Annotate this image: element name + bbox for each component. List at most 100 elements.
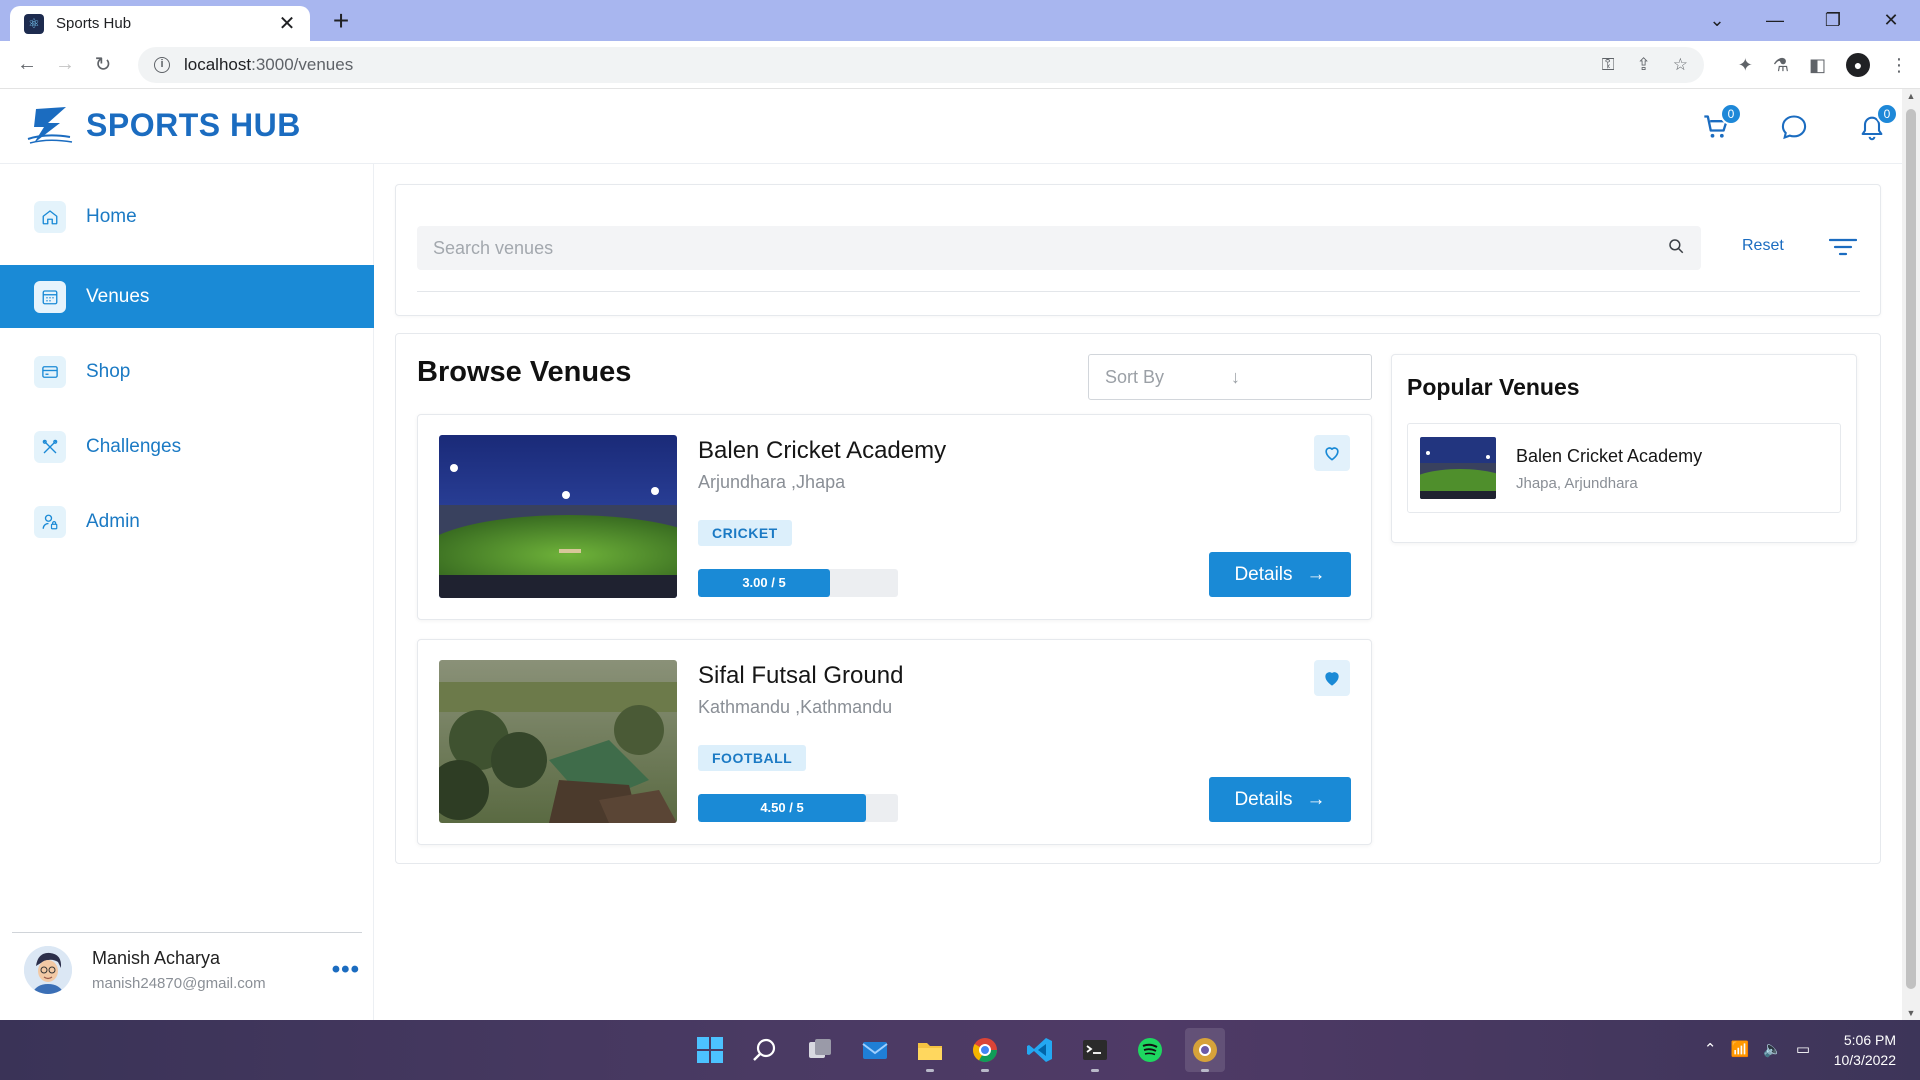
arrow-right-icon: → <box>1306 563 1326 585</box>
url-text: localhost:3000/venues <box>184 55 353 75</box>
cart-button[interactable]: 0 <box>1698 103 1742 145</box>
start-button[interactable] <box>690 1028 730 1072</box>
tab-search-icon[interactable]: ⌄ <box>1688 10 1746 31</box>
search-box <box>417 226 1701 270</box>
heart-filled-icon <box>1325 672 1339 686</box>
reset-button[interactable]: Reset <box>1742 237 1784 255</box>
popular-venue-image <box>1420 437 1496 499</box>
back-icon[interactable]: ← <box>8 53 46 76</box>
page-scrollbar[interactable]: ▲ ▼ <box>1902 89 1920 1020</box>
battery-icon[interactable]: ▭ <box>1796 1040 1810 1058</box>
rating-bar: 3.00 / 5 <box>698 569 898 597</box>
favorite-button[interactable] <box>1314 435 1350 471</box>
sort-placeholder: Sort By <box>1105 366 1165 387</box>
restore-icon[interactable]: ❐ <box>1804 10 1862 31</box>
avatar[interactable] <box>24 946 72 994</box>
taskbar-vscode[interactable] <box>1020 1028 1060 1072</box>
sidebar: Home Venues Shop Challenges Admin Manish… <box>0 164 374 1020</box>
search-card: Reset <box>395 184 1881 316</box>
details-button[interactable]: Details → <box>1209 777 1351 822</box>
sort-by-select[interactable]: Sort By ↓ <box>1088 354 1372 400</box>
taskbar-terminal[interactable] <box>1075 1028 1115 1072</box>
taskbar-mail[interactable] <box>855 1028 895 1072</box>
forward-icon[interactable]: → <box>46 53 84 76</box>
new-tab-icon[interactable]: + <box>326 6 356 36</box>
venue-name[interactable]: Balen Cricket Academy <box>698 437 946 465</box>
filter-icon[interactable] <box>1828 237 1858 262</box>
arrow-right-icon: → <box>1306 788 1326 810</box>
user-lock-icon <box>34 505 66 538</box>
scroll-thumb[interactable] <box>1906 109 1916 989</box>
tab-close-icon[interactable]: ✕ <box>276 11 298 36</box>
task-view-icon <box>809 1039 831 1058</box>
notification-count-badge: 0 <box>1876 103 1898 125</box>
more-options-icon[interactable]: ••• <box>332 956 360 984</box>
address-bar[interactable]: i localhost:3000/venues ⚿ ⇪ ☆ <box>138 47 1704 83</box>
taskbar-search[interactable] <box>745 1028 785 1072</box>
url-host: localhost <box>184 55 252 74</box>
close-window-icon[interactable]: ✕ <box>1862 10 1920 31</box>
user-avatar-icon <box>24 946 72 994</box>
venue-image[interactable] <box>439 660 677 823</box>
window-controls: ⌄ — ❐ ✕ <box>1688 0 1920 41</box>
rating-text: 3.00 / 5 <box>742 575 786 590</box>
favorite-button[interactable] <box>1314 660 1350 696</box>
side-panel-icon[interactable]: ◧ <box>1809 55 1826 76</box>
sidebar-item-shop[interactable]: Shop <box>0 340 374 403</box>
browser-menu-icon[interactable]: ⋮ <box>1890 55 1908 76</box>
taskbar-chrome-dev[interactable] <box>1185 1028 1225 1072</box>
extensions-puzzle-icon[interactable]: ✦ <box>1738 55 1753 76</box>
chevron-up-icon[interactable]: ⌃ <box>1704 1040 1717 1058</box>
user-name: Manish Acharya <box>92 948 221 968</box>
taskbar-file-explorer[interactable] <box>910 1028 950 1072</box>
url-path: :3000/venues <box>251 55 354 74</box>
rating-bar: 4.50 / 5 <box>698 794 898 822</box>
popular-venue-item[interactable]: Balen Cricket Academy Jhapa, Arjundhara <box>1407 423 1841 513</box>
messages-button[interactable] <box>1776 109 1812 145</box>
sidebar-item-venues[interactable]: Venues <box>0 265 374 328</box>
venue-card: Balen Cricket Academy Arjundhara ,Jhapa … <box>417 414 1372 620</box>
details-button[interactable]: Details → <box>1209 552 1351 597</box>
sidebar-item-challenges[interactable]: Challenges <box>0 415 374 478</box>
search-icon[interactable] <box>1667 237 1685 260</box>
details-label: Details <box>1234 788 1293 810</box>
search-input[interactable] <box>433 237 1667 259</box>
taskbar-chrome[interactable] <box>965 1028 1005 1072</box>
notifications-button[interactable]: 0 <box>1854 103 1898 145</box>
sidebar-item-label: Admin <box>86 510 140 532</box>
spotify-icon <box>1138 1038 1162 1062</box>
windows-logo-icon <box>697 1037 723 1063</box>
popular-venue-location: Jhapa, Arjundhara <box>1516 475 1638 492</box>
running-indicator <box>1201 1069 1209 1072</box>
lab-flask-icon[interactable]: ⚗ <box>1773 55 1789 76</box>
taskbar-spotify[interactable] <box>1130 1028 1170 1072</box>
venue-image[interactable] <box>439 435 677 598</box>
sidebar-item-home[interactable]: Home <box>0 185 374 248</box>
task-view[interactable] <box>800 1028 840 1072</box>
home-icon <box>34 200 66 233</box>
search-icon <box>753 1038 776 1061</box>
scroll-down-icon[interactable]: ▼ <box>1902 1008 1920 1018</box>
venue-name[interactable]: Sifal Futsal Ground <box>698 662 903 690</box>
venue-location: Kathmandu ,Kathmandu <box>698 697 893 717</box>
taskbar-clock[interactable]: 5:06 PM 10/3/2022 <box>1834 1030 1896 1070</box>
key-icon[interactable]: ⚿ <box>1602 55 1615 75</box>
volume-icon[interactable]: 🔈 <box>1763 1040 1782 1058</box>
browser-tab[interactable]: ⚛ Sports Hub ✕ <box>10 6 310 41</box>
logo[interactable]: SPORTS HUB <box>26 103 301 147</box>
terminal-icon <box>1083 1040 1107 1060</box>
scroll-up-icon[interactable]: ▲ <box>1902 91 1920 101</box>
bookmark-star-icon[interactable]: ☆ <box>1673 55 1688 75</box>
profile-icon[interactable]: ● <box>1846 53 1870 77</box>
share-icon[interactable]: ⇪ <box>1637 55 1651 75</box>
chrome-icon <box>972 1038 997 1063</box>
site-info-icon[interactable]: i <box>154 57 170 73</box>
wifi-icon[interactable]: 📶 <box>1730 1040 1749 1058</box>
browser-toolbar: ← → ↻ i localhost:3000/venues ⚿ ⇪ ☆ ✦ ⚗ … <box>0 41 1920 89</box>
popular-venue-name: Balen Cricket Academy <box>1516 446 1703 466</box>
running-indicator <box>1091 1069 1099 1072</box>
crossed-tools-icon <box>34 430 66 463</box>
sidebar-item-admin[interactable]: Admin <box>0 490 374 553</box>
reload-icon[interactable]: ↻ <box>84 52 122 77</box>
minimize-icon[interactable]: — <box>1746 10 1804 31</box>
